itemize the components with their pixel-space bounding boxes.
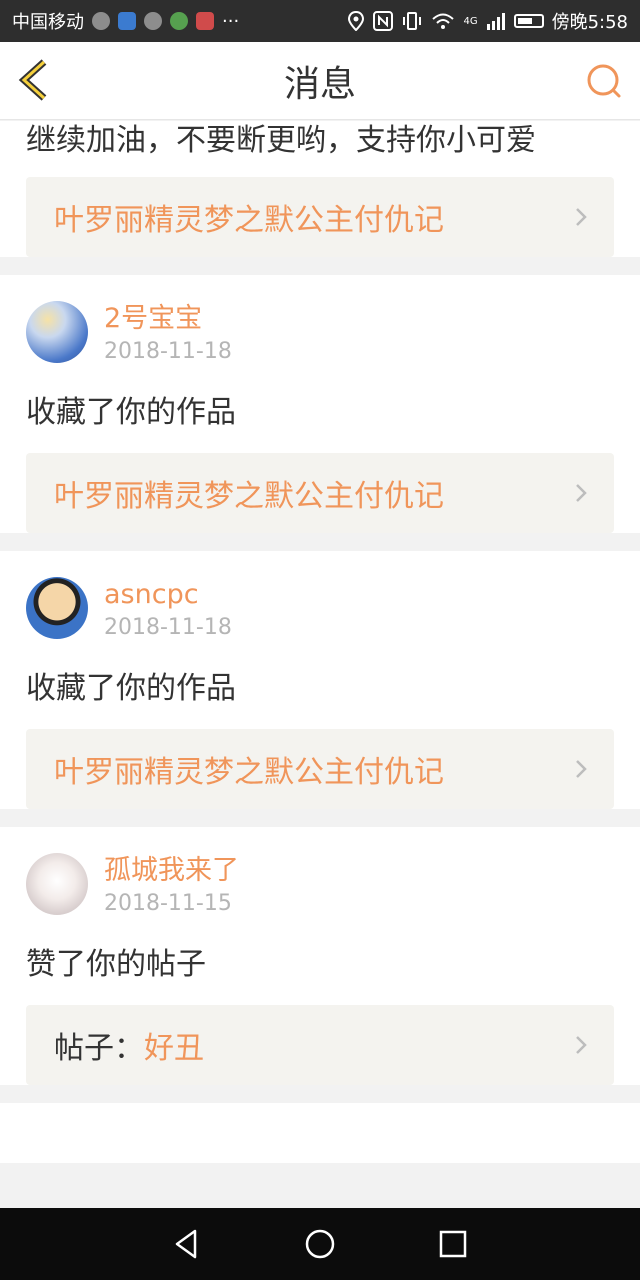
home-circle-icon[interactable] — [302, 1226, 338, 1262]
status-bar: 中国移动 ··· 4G 傍晚5:58 — [0, 0, 640, 42]
user-row: 孤城我来了 2018-11-15 — [26, 827, 614, 923]
chevron-right-icon — [576, 208, 587, 226]
message-text: 收藏了你的作品 — [26, 395, 236, 430]
system-nav-bar — [0, 1208, 640, 1280]
shield-app-icon — [118, 12, 136, 30]
message-card: 孤城我来了 2018-11-15 赞了你的帖子 帖子：好丑 — [0, 827, 640, 1085]
post-title: 好丑 — [144, 1031, 204, 1066]
avatar[interactable] — [26, 301, 88, 363]
avatar[interactable] — [26, 853, 88, 915]
search-button[interactable] — [584, 62, 624, 102]
nfc-icon — [373, 11, 394, 31]
message-text: 收藏了你的作品 — [26, 671, 236, 706]
username[interactable]: 2号宝宝 — [104, 301, 232, 337]
message-text: 继续加油，不要断更哟，支持你小可爱 — [26, 123, 536, 158]
message-card: 继续加油，不要断更哟，支持你小可爱 叶罗丽精灵梦之默公主付仇记 — [0, 121, 640, 257]
message-date: 2018-11-18 — [104, 615, 232, 640]
chevron-left-icon — [18, 59, 47, 101]
work-link[interactable]: 叶罗丽精灵梦之默公主付仇记 — [26, 729, 614, 809]
vibrate-icon — [403, 12, 422, 30]
username[interactable]: 孤城我来了 — [104, 853, 239, 889]
battery-icon — [513, 14, 544, 28]
recents-square-icon[interactable] — [435, 1226, 471, 1262]
post-label: 帖子： — [54, 1031, 144, 1066]
signal-icon — [486, 13, 505, 30]
app-header: 消息 — [0, 42, 640, 120]
message-card: 2号宝宝 2018-11-18 收藏了你的作品 叶罗丽精灵梦之默公主付仇记 — [0, 275, 640, 533]
browser-app-icon — [170, 12, 188, 30]
username[interactable]: asncpc — [104, 577, 232, 613]
post-link[interactable]: 帖子：好丑 — [26, 1005, 614, 1085]
user-row: asncpc 2018-11-18 — [26, 551, 614, 647]
message-card — [0, 1103, 640, 1163]
more-notifications: ··· — [222, 10, 240, 32]
work-link[interactable]: 叶罗丽精灵梦之默公主付仇记 — [26, 453, 614, 533]
back-button[interactable] — [14, 58, 54, 102]
message-date: 2018-11-18 — [104, 339, 232, 364]
chevron-right-icon — [576, 760, 587, 778]
message-list[interactable]: 继续加油，不要断更哟，支持你小可爱 叶罗丽精灵梦之默公主付仇记 2号宝宝 201… — [0, 121, 640, 1208]
chevron-right-icon — [576, 484, 587, 502]
message-card: asncpc 2018-11-18 收藏了你的作品 叶罗丽精灵梦之默公主付仇记 — [0, 551, 640, 809]
search-icon — [587, 64, 621, 98]
work-title: 叶罗丽精灵梦之默公主付仇记 — [54, 479, 444, 514]
work-title: 叶罗丽精灵梦之默公主付仇记 — [54, 203, 444, 238]
work-title: 叶罗丽精灵梦之默公主付仇记 — [54, 755, 444, 790]
carrier-label: 中国移动 — [12, 12, 84, 33]
chat-bubble-icon — [144, 12, 162, 30]
clock: 傍晚5:58 — [551, 12, 628, 33]
avatar[interactable] — [26, 577, 88, 639]
audio-app-icon — [92, 12, 110, 30]
user-row: 2号宝宝 2018-11-18 — [26, 275, 614, 371]
network-type: 4G — [463, 15, 478, 27]
work-link[interactable]: 叶罗丽精灵梦之默公主付仇记 — [26, 177, 614, 257]
back-triangle-icon[interactable] — [169, 1226, 205, 1262]
message-date: 2018-11-15 — [104, 891, 232, 916]
page-title: 消息 — [283, 63, 356, 105]
chevron-right-icon — [576, 1036, 587, 1054]
message-text: 赞了你的帖子 — [26, 947, 206, 982]
book-app-icon — [196, 12, 214, 30]
location-icon — [348, 11, 365, 31]
wifi-icon — [432, 13, 455, 29]
